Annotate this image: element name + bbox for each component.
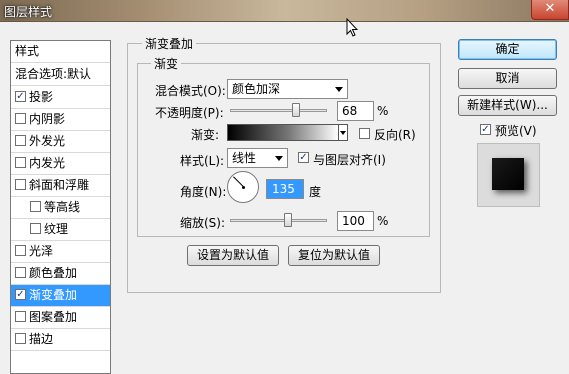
style-item-color-overlay[interactable]: 颜色叠加 xyxy=(11,263,110,285)
gradient-style-value: 线性 xyxy=(232,151,257,165)
style-item-outer-glow[interactable]: 外发光 xyxy=(11,131,110,153)
gradient-subgroup-title: 渐变 xyxy=(151,55,182,72)
blending-options-item[interactable]: 混合选项:默认 xyxy=(11,64,110,86)
style-item-texture[interactable]: 纹理 xyxy=(11,219,110,241)
align-with-layer-checkbox[interactable]: ✓ xyxy=(298,152,309,163)
opacity-slider-thumb[interactable] xyxy=(291,103,300,117)
inner-shadow-checkbox[interactable] xyxy=(15,113,26,124)
dropdown-arrow-icon xyxy=(275,156,283,161)
style-item-label: 描边 xyxy=(29,332,54,346)
stroke-checkbox[interactable] xyxy=(15,333,26,344)
gradient-overlay-title: 渐变叠加 xyxy=(142,35,197,52)
style-item-label: 渐变叠加 xyxy=(29,288,78,302)
scale-label: 缩放(S): xyxy=(180,216,226,230)
cancel-button[interactable]: 取消 xyxy=(458,68,557,89)
reset-default-button[interactable]: 复位为默认值 xyxy=(288,245,380,266)
drop-shadow-checkbox[interactable]: ✓ xyxy=(15,91,26,102)
style-item-label: 纹理 xyxy=(44,222,69,236)
angle-value: 135 xyxy=(271,182,296,196)
preview-label: 预览(V) xyxy=(495,124,537,138)
style-item-label: 投影 xyxy=(29,90,54,104)
style-item-inner-shadow[interactable]: 内阴影 xyxy=(11,109,110,131)
ok-button[interactable]: 确定 xyxy=(458,39,557,60)
style-item-contour[interactable]: 等高线 xyxy=(11,197,110,219)
style-item-label: 颜色叠加 xyxy=(29,266,78,280)
angle-dial-center xyxy=(242,186,245,189)
style-item-label: 斜面和浮雕 xyxy=(29,178,90,192)
make-default-button[interactable]: 设置为默认值 xyxy=(187,245,279,266)
gradient-style-select[interactable]: 线性 xyxy=(227,148,288,168)
style-label: 样式(L): xyxy=(180,154,225,168)
mouse-pointer-icon xyxy=(346,18,358,37)
style-list: 样式 混合选项:默认 ✓ 投影 内阴影 外发光 内发光 斜面和浮雕 等高线 纹理 … xyxy=(10,40,111,374)
style-item-inner-glow[interactable]: 内发光 xyxy=(11,153,110,175)
style-item-label: 图案叠加 xyxy=(29,310,78,324)
style-item-pattern-overlay[interactable]: 图案叠加 xyxy=(11,307,110,329)
title-bar[interactable]: 图层样式 ✕ xyxy=(0,0,569,22)
outer-glow-checkbox[interactable] xyxy=(15,135,26,146)
align-with-layer-label: 与图层对齐(I) xyxy=(313,153,386,167)
pattern-overlay-checkbox[interactable] xyxy=(15,311,26,322)
scale-slider-track[interactable] xyxy=(230,219,327,222)
preview-swatch xyxy=(492,158,524,190)
texture-checkbox[interactable] xyxy=(30,223,41,234)
blend-mode-value: 颜色加深 xyxy=(232,82,281,96)
scale-slider-thumb[interactable] xyxy=(284,213,293,227)
blend-mode-select[interactable]: 颜色加深 xyxy=(227,79,348,99)
color-overlay-checkbox[interactable] xyxy=(15,267,26,278)
reverse-label: 反向(R) xyxy=(374,128,416,142)
contour-checkbox[interactable] xyxy=(30,201,41,212)
style-item-label: 内发光 xyxy=(29,156,66,170)
opacity-unit: % xyxy=(377,104,389,118)
inner-glow-checkbox[interactable] xyxy=(15,157,26,168)
angle-unit: 度 xyxy=(309,185,322,199)
angle-input[interactable]: 135 xyxy=(266,179,304,199)
new-style-button[interactable]: 新建样式(W)... xyxy=(458,95,557,116)
scale-input[interactable]: 100 xyxy=(337,211,374,231)
satin-checkbox[interactable] xyxy=(15,245,26,256)
gradient-picker[interactable] xyxy=(227,124,339,141)
style-item-bevel-emboss[interactable]: 斜面和浮雕 xyxy=(11,175,110,197)
blend-mode-label: 混合模式(O): xyxy=(155,84,226,98)
bevel-emboss-checkbox[interactable] xyxy=(15,179,26,190)
style-item-label: 等高线 xyxy=(44,200,81,214)
angle-dial[interactable] xyxy=(227,171,259,203)
style-item-stroke[interactable]: 描边 xyxy=(11,329,110,351)
style-item-drop-shadow[interactable]: ✓ 投影 xyxy=(11,87,110,109)
style-preview-thumbnail xyxy=(477,143,540,207)
style-item-label: 光泽 xyxy=(29,244,54,258)
window-title: 图层样式 xyxy=(4,5,53,19)
dropdown-arrow-icon xyxy=(335,87,343,92)
gradient-dropdown-button[interactable] xyxy=(338,124,348,141)
style-item-label: 外发光 xyxy=(29,134,66,148)
opacity-slider-track[interactable] xyxy=(230,109,327,112)
reverse-checkbox[interactable] xyxy=(359,128,370,139)
opacity-label: 不透明度(P): xyxy=(155,106,224,120)
style-item-satin[interactable]: 光泽 xyxy=(11,241,110,263)
style-item-label: 内阴影 xyxy=(29,112,66,126)
opacity-input[interactable]: 68 xyxy=(337,101,374,121)
gradient-overlay-checkbox[interactable]: ✓ xyxy=(15,289,26,300)
close-button[interactable]: ✕ xyxy=(531,0,569,20)
scale-unit: % xyxy=(377,214,389,228)
style-item-gradient-overlay[interactable]: ✓ 渐变叠加 xyxy=(11,285,110,307)
gradient-label: 渐变: xyxy=(191,128,220,142)
angle-label: 角度(N): xyxy=(180,185,227,199)
style-list-header[interactable]: 样式 xyxy=(11,41,110,63)
dropdown-arrow-icon xyxy=(340,131,346,135)
preview-checkbox[interactable]: ✓ xyxy=(480,124,491,135)
